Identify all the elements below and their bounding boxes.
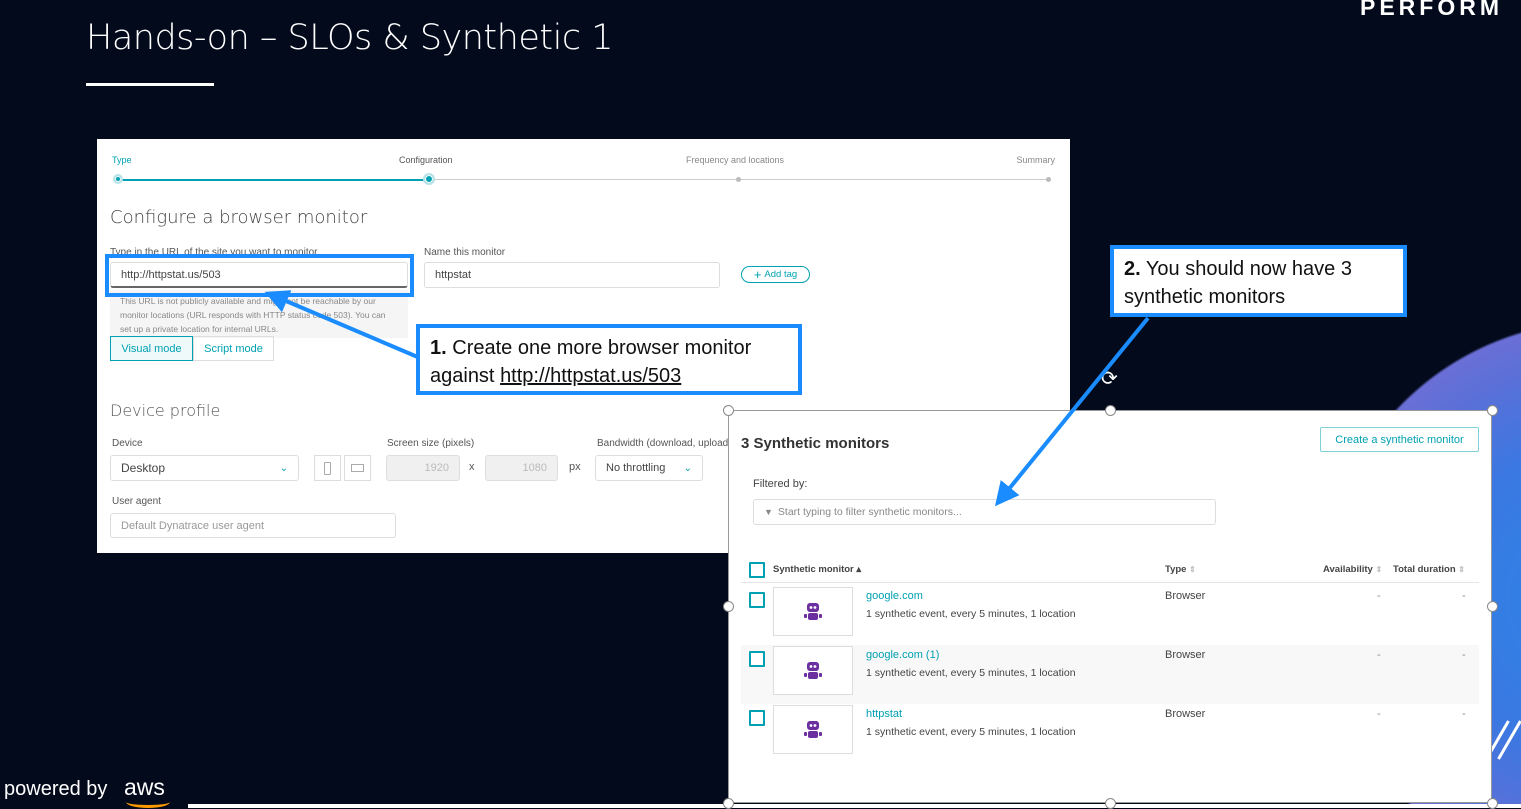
callout-arrows [264, 290, 1150, 507]
callout-step-2: 2. You should now have 3 synthetic monit… [1110, 245, 1407, 317]
callout-text: You should now have 3 synthetic monitors [1124, 258, 1352, 308]
arrow-to-filter [994, 316, 1150, 507]
arrow-to-url [264, 290, 421, 360]
callout-step-1: 1. Create one more browser monitor again… [416, 324, 802, 395]
callout-number: 2. [1124, 258, 1141, 280]
callout-link[interactable]: http://httpstat.us/503 [500, 365, 681, 387]
callout-number: 1. [430, 337, 447, 359]
